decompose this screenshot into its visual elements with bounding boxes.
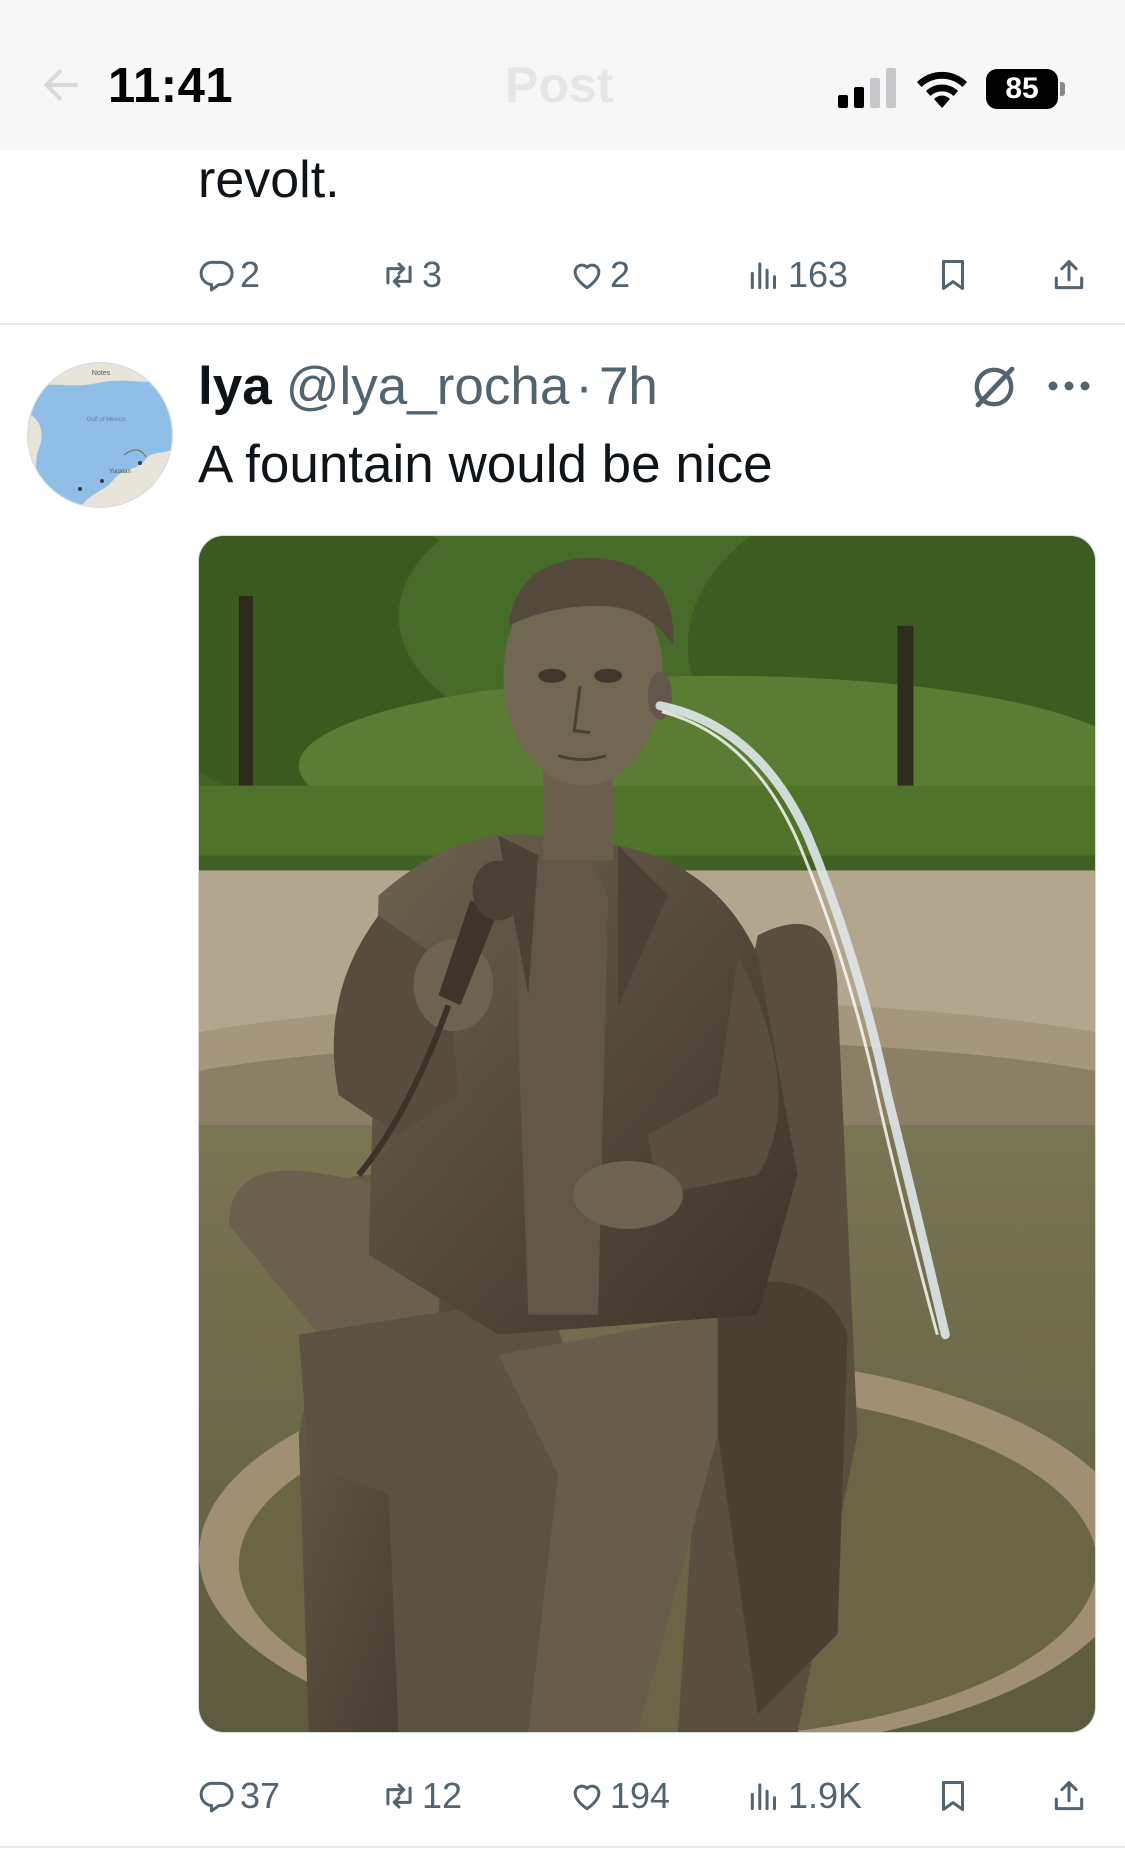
back-arrow-icon[interactable]	[36, 60, 86, 110]
header-title: Post	[505, 57, 614, 113]
post-timestamp[interactable]: 7h	[599, 356, 658, 417]
repost-button[interactable]: 3	[380, 245, 442, 305]
wifi-icon	[917, 71, 967, 108]
statue-fountain-image	[199, 536, 1095, 1732]
post-divider	[0, 323, 1125, 325]
bookmark-icon	[941, 260, 965, 290]
repost-icon	[386, 1783, 412, 1809]
like-icon	[573, 1784, 601, 1811]
signal-icon	[838, 68, 896, 108]
post-divider-bottom	[0, 1846, 1125, 1848]
views-icon	[750, 1783, 777, 1811]
post-actions: 37 12 194 1.9K	[198, 1766, 1088, 1826]
bookmark-button[interactable]	[934, 1766, 972, 1826]
header-separator: ·	[575, 357, 593, 416]
like-count: 2	[610, 254, 631, 295]
reply-count: 37	[240, 1775, 281, 1816]
author-name[interactable]: lya	[198, 356, 272, 417]
battery-level: 85	[1005, 72, 1039, 105]
battery-icon: 85	[986, 69, 1066, 109]
share-icon	[1054, 260, 1084, 290]
like-icon	[573, 263, 601, 290]
previous-post-actions: 2 3 2 163	[198, 245, 1088, 305]
avatar-map-label-bottom: Yucatan	[109, 469, 131, 475]
views-count: 1.9K	[788, 1775, 863, 1816]
bookmark-icon	[941, 1781, 965, 1811]
post-header: lya @lya_rocha · 7h	[198, 356, 658, 420]
views-count: 163	[788, 254, 849, 295]
grok-icon[interactable]	[970, 363, 1018, 411]
share-button[interactable]	[1050, 245, 1088, 305]
repost-button[interactable]: 12	[380, 1766, 462, 1826]
like-button[interactable]: 194	[568, 1766, 670, 1826]
reply-icon	[199, 260, 234, 292]
avatar-map-label-middle: Gulf of Mexico	[87, 417, 126, 423]
status-bar: Post 11:41 85	[0, 0, 1125, 150]
reply-icon	[199, 1781, 234, 1813]
share-button[interactable]	[1050, 1766, 1088, 1826]
avatar[interactable]: Notes Gulf of Mexico Yucatan	[27, 362, 173, 508]
previous-post-text: revolt.	[198, 151, 340, 209]
repost-count: 12	[422, 1775, 463, 1816]
repost-icon	[386, 262, 412, 288]
reply-button[interactable]: 37	[198, 1766, 280, 1826]
map-avatar-image: Notes Gulf of Mexico Yucatan	[28, 363, 172, 507]
avatar-map-label-top: Notes	[92, 370, 111, 377]
repost-count: 3	[422, 254, 443, 295]
post-image[interactable]	[198, 535, 1096, 1733]
views-icon	[750, 262, 777, 290]
clock-time: 11:41	[108, 59, 234, 113]
bookmark-button[interactable]	[934, 245, 972, 305]
like-button[interactable]: 2	[568, 245, 630, 305]
more-icon[interactable]	[1046, 378, 1092, 394]
views-button[interactable]: 1.9K	[746, 1766, 862, 1826]
author-handle[interactable]: @lya_rocha	[286, 356, 570, 417]
share-icon	[1054, 1781, 1084, 1811]
post-text: A fountain would be nice	[198, 435, 773, 494]
views-button[interactable]: 163	[746, 245, 848, 305]
like-count: 194	[610, 1775, 671, 1816]
reply-count: 2	[240, 254, 261, 295]
reply-button[interactable]: 2	[198, 245, 260, 305]
